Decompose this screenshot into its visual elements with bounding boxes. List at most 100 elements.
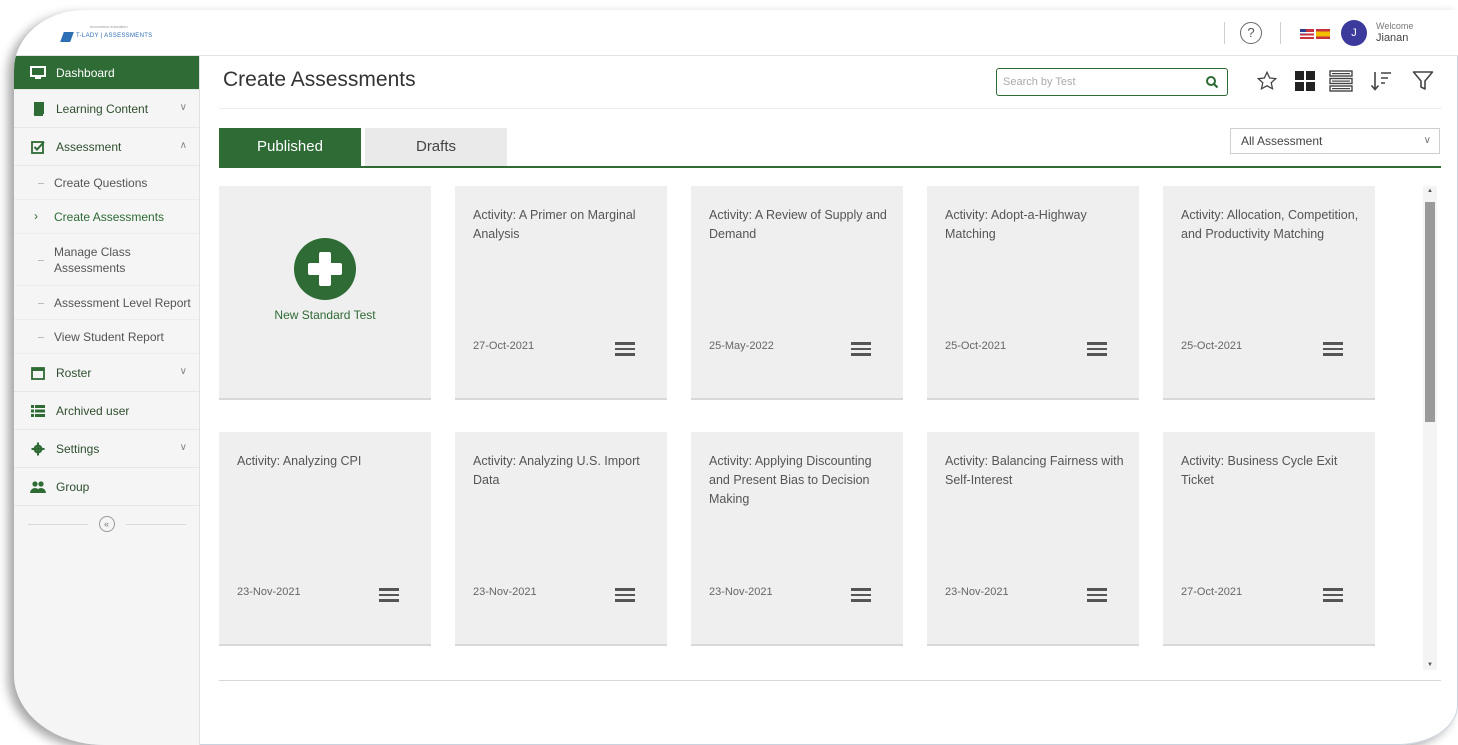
sidebar-subitem-create-questions[interactable]: Create Questions [14, 166, 199, 200]
menu-icon[interactable] [1087, 342, 1107, 356]
card-date: 23-Nov-2021 [709, 586, 773, 598]
tab-drafts[interactable]: Drafts [365, 128, 507, 166]
sidebar-subitem-manage-class[interactable]: Manage Class Assessments [14, 234, 199, 286]
scroll-up-icon[interactable]: ▲ [1423, 188, 1437, 194]
scroll-down-icon[interactable]: ▼ [1423, 662, 1437, 668]
app-window: economics education T-LADY | ASSESSMENTS… [14, 10, 1458, 745]
sidebar-item-roster[interactable]: Roster ∨ [14, 354, 199, 392]
scroll-thumb[interactable] [1425, 202, 1435, 422]
chevron-down-icon: ∨ [179, 102, 187, 113]
sidebar-item-dashboard[interactable]: Dashboard [14, 56, 199, 90]
menu-icon[interactable] [1087, 588, 1107, 602]
menu-icon[interactable] [1323, 588, 1343, 602]
sidebar: Dashboard Learning Content ∨ Assessment … [14, 56, 200, 745]
card-date: 25-Oct-2021 [945, 340, 1007, 352]
assessment-card[interactable]: Activity: Business Cycle Exit Ticket 27-… [1163, 432, 1375, 646]
plus-icon[interactable] [294, 238, 356, 300]
welcome-label: Welcome [1376, 21, 1414, 31]
sidebar-subitem-level-report[interactable]: Assessment Level Report [14, 286, 199, 320]
chevron-down-icon: ∨ [1423, 135, 1431, 146]
search-input[interactable] [1003, 73, 1193, 91]
assessment-card[interactable]: Activity: A Review of Supply and Demand … [691, 186, 903, 400]
card-date: 23-Nov-2021 [473, 586, 537, 598]
chevron-up-icon: ∧ [179, 140, 187, 151]
card-title: Activity: Analyzing U.S. Import Data [473, 454, 640, 487]
sidebar-item-assessment[interactable]: Assessment ∧ [14, 128, 199, 166]
card-title: Activity: Adopt-a-Highway Matching [945, 208, 1087, 241]
sidebar-subitem-create-assessments[interactable]: Create Assessments [14, 200, 199, 234]
menu-icon[interactable] [1323, 342, 1343, 356]
star-icon[interactable] [1254, 68, 1280, 94]
search-icon[interactable] [1205, 75, 1219, 89]
sidebar-item-label: Settings [56, 441, 100, 456]
monitor-icon [30, 65, 46, 80]
sidebar-item-label: Dashboard [56, 65, 115, 80]
sidebar-item-settings[interactable]: Settings ∨ [14, 430, 199, 468]
card-title: Activity: A Primer on Marginal Analysis [473, 208, 636, 241]
divider [28, 524, 88, 525]
divider [1224, 22, 1225, 44]
menu-icon[interactable] [851, 342, 871, 356]
tab-underline [219, 166, 1441, 168]
assessment-card[interactable]: Activity: Analyzing CPI 23-Nov-2021 [219, 432, 431, 646]
card-date: 23-Nov-2021 [237, 586, 301, 598]
calendar-icon [30, 366, 46, 380]
chevron-down-icon: ∨ [179, 366, 187, 377]
new-test-label: New Standard Test [274, 308, 376, 322]
flag-icon[interactable] [1300, 29, 1330, 39]
card-date: 23-Nov-2021 [945, 586, 1009, 598]
checkbox-icon [30, 140, 46, 154]
sort-icon[interactable] [1368, 68, 1394, 94]
new-standard-test-card[interactable]: New Standard Test [219, 186, 431, 400]
assessment-card[interactable]: Activity: Analyzing U.S. Import Data 23-… [455, 432, 667, 646]
assessment-filter-select[interactable]: All Assessment ∨ [1230, 128, 1440, 154]
welcome-text: Welcome Jianan [1376, 20, 1413, 44]
logo[interactable]: economics education T-LADY | ASSESSMENTS [60, 24, 170, 44]
sidebar-item-learning-content[interactable]: Learning Content ∨ [14, 90, 199, 128]
grid-view-icon[interactable] [1292, 68, 1318, 94]
menu-icon[interactable] [851, 588, 871, 602]
gear-icon [30, 442, 46, 456]
assessment-card[interactable]: Activity: Allocation, Competition, and P… [1163, 186, 1375, 400]
card-date: 25-May-2022 [709, 340, 774, 352]
logo-tagline: economics education [90, 24, 128, 29]
filter-icon[interactable] [1410, 68, 1436, 94]
help-icon[interactable]: ? [1240, 22, 1262, 44]
sidebar-item-group[interactable]: Group [14, 468, 199, 506]
assessment-card[interactable]: Activity: Adopt-a-Highway Matching 25-Oc… [927, 186, 1139, 400]
list-icon [30, 404, 46, 418]
menu-icon[interactable] [615, 342, 635, 356]
card-title: Activity: Business Cycle Exit Ticket [1181, 454, 1338, 487]
book-icon [30, 101, 46, 116]
collapse-sidebar-icon[interactable]: « [98, 516, 115, 532]
sidebar-item-label: Group [56, 479, 90, 494]
users-icon [30, 480, 46, 494]
assessment-card[interactable]: Activity: Balancing Fairness with Self-I… [927, 432, 1139, 646]
menu-icon[interactable] [615, 588, 635, 602]
card-title: Activity: A Review of Supply and Demand [709, 208, 887, 241]
chevron-down-icon: ∨ [179, 442, 187, 453]
logo-text: T-LADY | ASSESSMENTS [76, 33, 153, 39]
card-title: Activity: Allocation, Competition, and P… [1181, 208, 1359, 241]
card-date: 27-Oct-2021 [473, 340, 535, 352]
divider [219, 108, 1441, 109]
avatar[interactable]: J [1341, 20, 1367, 46]
page-title: Create Assessments [223, 68, 416, 91]
logo-mark-icon [60, 32, 74, 42]
tab-published[interactable]: Published [219, 128, 361, 166]
sidebar-item-archived-user[interactable]: Archived user [14, 392, 199, 430]
divider [219, 680, 1441, 681]
scrollbar[interactable]: ▲ ▼ [1423, 186, 1437, 670]
card-title: Activity: Applying Discounting and Prese… [709, 454, 872, 506]
list-view-icon[interactable] [1328, 68, 1354, 94]
assessment-card[interactable]: Activity: Applying Discounting and Prese… [691, 432, 903, 646]
divider [126, 524, 186, 525]
sidebar-collapse-row: « [14, 516, 199, 552]
user-name: Jianan [1376, 32, 1409, 44]
sidebar-item-label: Archived user [56, 403, 130, 418]
main-content: Create Assessments Published Drafts [201, 56, 1458, 745]
card-title: Activity: Analyzing CPI [237, 454, 362, 468]
sidebar-subitem-student-report[interactable]: View Student Report [14, 320, 199, 354]
menu-icon[interactable] [379, 588, 399, 602]
assessment-card[interactable]: Activity: A Primer on Marginal Analysis … [455, 186, 667, 400]
